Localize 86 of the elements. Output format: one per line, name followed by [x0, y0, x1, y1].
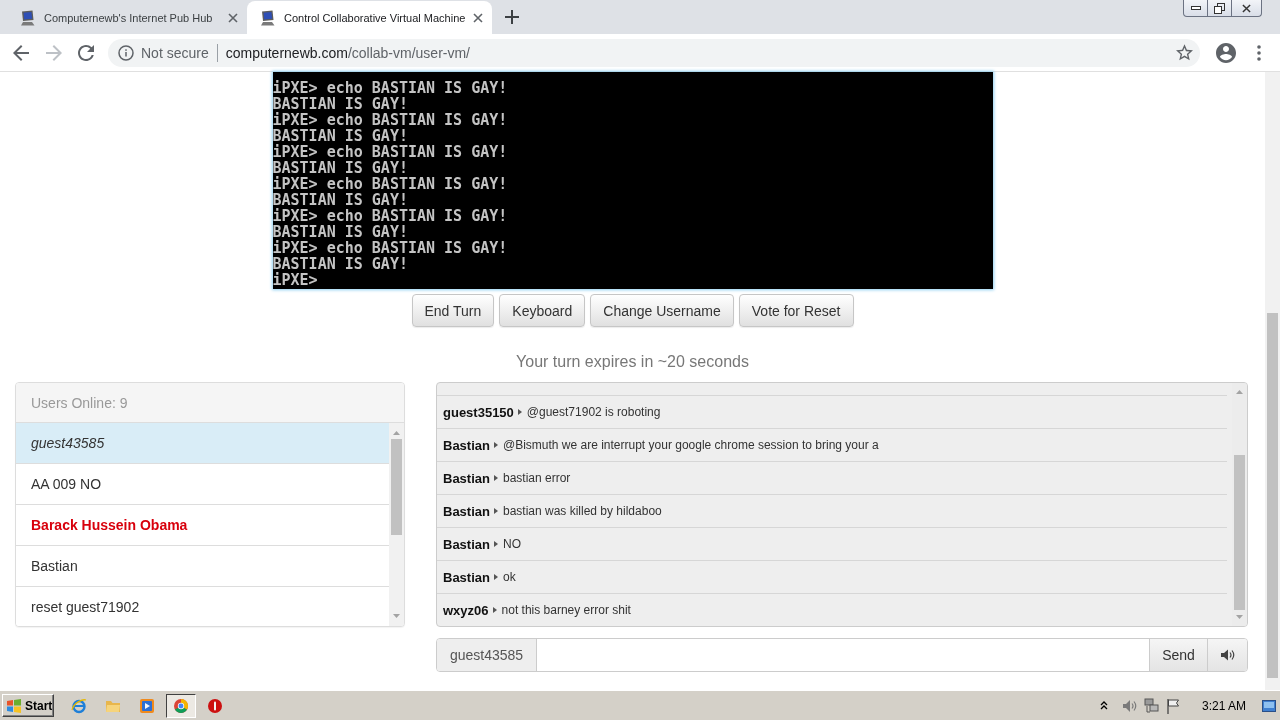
clock-text: 3:21 AM	[1201, 698, 1246, 713]
star-icon[interactable]	[1175, 44, 1193, 61]
vm-button[interactable]: Change Username	[590, 294, 734, 327]
start-logo-icon	[6, 698, 22, 713]
chat-message: bastian was killed by hildaboo	[502, 504, 662, 518]
network-icon[interactable]	[1143, 697, 1160, 714]
scrollbar[interactable]	[389, 423, 404, 626]
triangle-icon	[492, 607, 497, 613]
terminal-line: BASTIAN IS GAY!	[272, 256, 408, 272]
terminal-line: BASTIAN IS GAY!	[272, 224, 408, 240]
computer-icon	[260, 9, 276, 26]
minimize-icon	[1190, 6, 1201, 10]
info-icon[interactable]	[118, 44, 134, 61]
close-icon[interactable]	[473, 12, 484, 23]
show-desktop-icon[interactable]	[1262, 699, 1276, 712]
close-icon[interactable]	[228, 12, 238, 23]
restore-button[interactable]	[1208, 0, 1232, 17]
restore-icon	[1214, 2, 1225, 14]
terminal-line: iPXE> echo BASTIAN IS GAY!	[272, 144, 508, 160]
user-list-item[interactable]: guest43585	[16, 423, 389, 464]
plus-icon[interactable]	[505, 10, 520, 24]
chat-username: Bastian	[443, 503, 490, 519]
close-button[interactable]	[1232, 0, 1262, 17]
chat-username: guest35150	[443, 404, 514, 420]
user-list-item[interactable]: reset guest71902	[16, 587, 389, 626]
page-scrollbar[interactable]	[1265, 72, 1280, 690]
terminal-line: iPXE> echo BASTIAN IS GAY!	[272, 176, 508, 192]
triangle-icon	[493, 475, 498, 481]
user-list-item[interactable]: Barack Hussein Obama	[16, 505, 389, 546]
computer-icon	[20, 9, 36, 26]
terminal-line: BASTIAN IS GAY!	[272, 128, 408, 144]
flag-icon[interactable]	[1165, 697, 1180, 714]
vm-button[interactable]: Vote for Reset	[738, 294, 854, 327]
scrollbar[interactable]	[1232, 383, 1247, 626]
user-list-item[interactable]: Bastian	[16, 546, 389, 587]
taskbar-button[interactable]	[166, 693, 196, 718]
chat-message: @guest71902 is roboting	[526, 405, 661, 419]
terminal-line: iPXE> echo BASTIAN IS GAY!	[272, 208, 508, 224]
chat-username: Bastian	[443, 470, 490, 486]
security-label: Not secure	[141, 44, 209, 61]
chat-username: wxyz06	[443, 602, 489, 618]
browser-tab[interactable]: Computernewb's Internet Pub Hub	[7, 1, 247, 34]
chat-message: ok	[502, 570, 516, 584]
triangle-icon	[493, 508, 498, 514]
url-text[interactable]: computernewb.com/collab-vm/user-vm/	[225, 44, 470, 61]
play-icon[interactable]	[139, 697, 155, 714]
vm-button[interactable]: Keyboard	[499, 294, 586, 327]
close-icon[interactable]	[1242, 3, 1251, 13]
chat-message: NO	[502, 537, 521, 551]
scrollbar-thumb[interactable]	[391, 439, 402, 535]
user-list-item[interactable]: AA 009 NO	[16, 464, 389, 505]
terminal-line: BASTIAN IS GAY!	[272, 96, 408, 112]
turn-notice: Your turn expires in ~20 seconds	[516, 352, 749, 372]
triangle-icon	[517, 409, 522, 415]
back-icon[interactable]	[13, 44, 29, 61]
terminal-line: iPXE> echo BASTIAN IS GAY!	[272, 112, 508, 128]
chat-message: not this barney error shit	[501, 603, 631, 617]
scrollbar-thumb[interactable]	[1267, 313, 1278, 678]
chat-message: @Bismuth we are interrupt your google chrome session to bring your a	[502, 438, 879, 452]
chevron-up-icon[interactable]	[1099, 701, 1108, 710]
letter-e-logo-icon[interactable]	[71, 697, 87, 714]
chat-username: Bastian	[443, 569, 490, 585]
vm-button[interactable]: End Turn	[411, 294, 495, 327]
reload-icon[interactable]	[78, 44, 94, 61]
browser-tab[interactable]: Control Collaborative Virtual Machine	[247, 1, 493, 34]
panel-header: Users Online: 9	[16, 383, 404, 423]
terminal-line: iPXE>	[272, 272, 318, 288]
chat-message: bastian error	[502, 471, 571, 485]
account-icon[interactable]	[1216, 42, 1236, 63]
terminal-line: iPXE> echo BASTIAN IS GAY!	[272, 80, 508, 96]
chat-username: Bastian	[443, 536, 490, 552]
minimize-button[interactable]	[1183, 0, 1208, 17]
triangle-icon	[493, 442, 498, 448]
terminal-line: iPXE> echo BASTIAN IS GAY!	[272, 240, 508, 256]
triangle-icon	[493, 541, 498, 547]
volume-icon[interactable]	[1121, 698, 1138, 713]
terminal-line: BASTIAN IS GAY!	[272, 192, 408, 208]
address-bar[interactable]: Not secure computernewb.com/collab-vm/user-vm/	[108, 38, 1200, 67]
ring-logo-icon	[173, 697, 189, 714]
chat-username: Bastian	[443, 437, 490, 453]
start-button[interactable]: Start	[2, 694, 54, 717]
scrollbar-thumb[interactable]	[1234, 455, 1245, 610]
terminal-line: BASTIAN IS GAY!	[272, 160, 408, 176]
stop-icon[interactable]	[207, 697, 223, 714]
menu-icon[interactable]	[1257, 44, 1261, 61]
triangle-icon	[493, 574, 498, 580]
